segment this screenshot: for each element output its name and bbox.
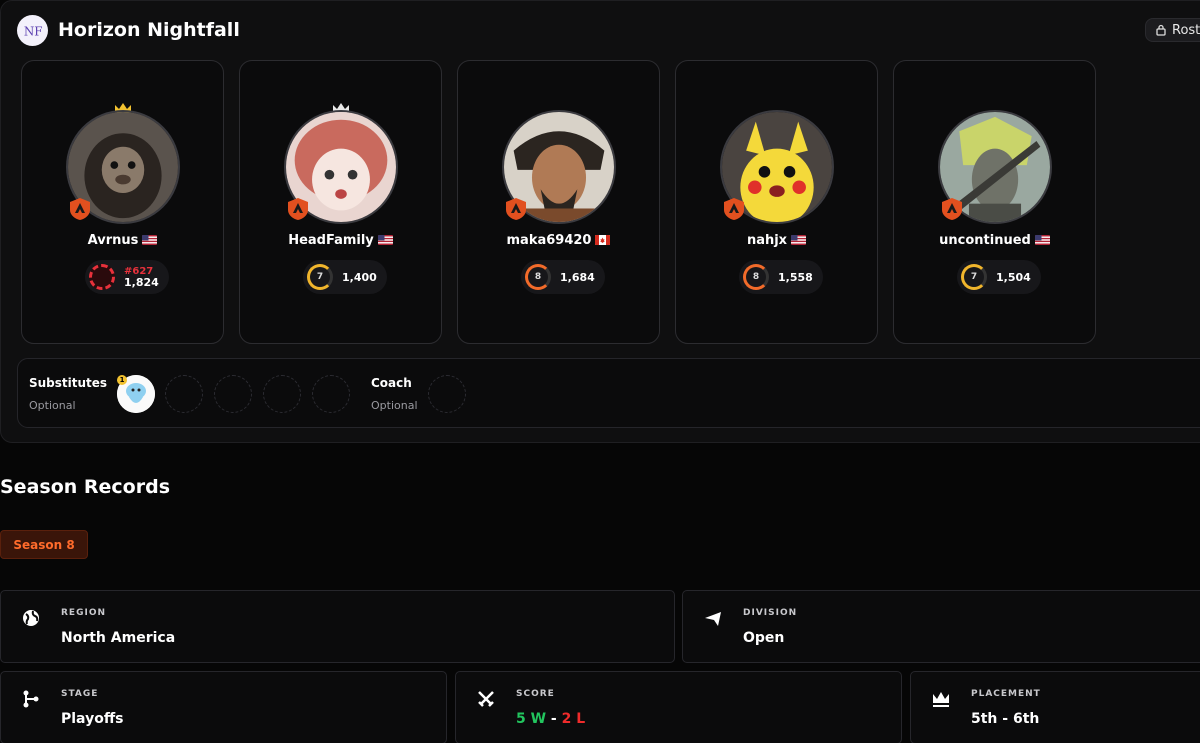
substitute-slot-empty[interactable] [312, 375, 350, 413]
rank-shield-icon [942, 198, 962, 220]
player-card[interactable]: HeadFamily 7 1,400 [239, 60, 442, 344]
substitutes-title: Substitutes [29, 376, 108, 390]
score-label: SCORE [516, 689, 555, 699]
player-name: Avrnus [87, 233, 139, 248]
bracket-icon [23, 690, 39, 708]
player-rating: 7 1,400 [303, 260, 387, 294]
player-card[interactable]: nahjx 8 1,558 [675, 60, 878, 344]
score-losses: 2 L [561, 711, 586, 727]
division-icon [705, 612, 721, 626]
crown-icon [933, 692, 949, 707]
score-wins: 5 W [516, 711, 547, 727]
rank-shield-icon [724, 198, 744, 220]
roster-button-label: Rost [1172, 22, 1200, 38]
score-separator: - [546, 711, 562, 727]
substitutes-optional: Optional [29, 399, 76, 412]
division-value: Open [743, 630, 785, 646]
us-flag-icon [791, 234, 807, 245]
coach-optional: Optional [371, 399, 418, 412]
region-label: REGION [61, 608, 106, 618]
team-logo: NF [17, 15, 48, 46]
team-panel: NF Horizon Nightfall Rost Avrnus #627 1,8… [0, 0, 1200, 443]
player-rating: 7 1,504 [957, 260, 1041, 294]
ca-flag-icon [595, 234, 611, 245]
substitute-slot-empty[interactable] [165, 375, 203, 413]
substitute-badge: 1 [117, 375, 127, 385]
team-name: Horizon Nightfall [58, 19, 240, 41]
rank-shield-icon [506, 198, 526, 220]
player-rating: 8 1,684 [521, 260, 605, 294]
score-card: SCORE 5 W - 2 L [455, 671, 902, 743]
stage-label: STAGE [61, 689, 99, 699]
rank-ring-icon: 8 [743, 264, 769, 290]
stage-card: STAGE Playoffs [0, 671, 447, 743]
rating-value: 1,400 [342, 270, 377, 284]
rating-value: 1,824 [124, 276, 159, 289]
player-name: maka69420 [506, 233, 592, 248]
rank-shield-icon [70, 198, 90, 220]
player-name: nahjx [746, 233, 788, 248]
division-card: DIVISION Open [682, 590, 1200, 663]
region-card: REGION North America [0, 590, 675, 663]
svg-text:NF: NF [23, 24, 42, 38]
season-records-title: Season Records [0, 476, 171, 498]
player-card[interactable]: maka69420 8 1,684 [457, 60, 660, 344]
crossed-swords-icon [478, 691, 494, 707]
player-rating: 8 1,558 [739, 260, 823, 294]
division-label: DIVISION [743, 608, 798, 618]
us-flag-icon [142, 234, 158, 245]
substitute-slot-empty[interactable] [214, 375, 252, 413]
player-card[interactable]: uncontinued 7 1,504 [893, 60, 1096, 344]
score-value: 5 W - 2 L [516, 711, 585, 727]
player-card[interactable]: Avrnus #627 1,824 [21, 60, 224, 344]
player-name: HeadFamily [288, 233, 374, 248]
us-flag-icon [377, 234, 393, 245]
rank-shield-icon [288, 198, 308, 220]
rank-ring-icon: 7 [307, 264, 333, 290]
season-tab[interactable]: Season 8 [0, 530, 88, 559]
placement-label: PLACEMENT [971, 689, 1041, 699]
coach-slot-empty[interactable] [428, 375, 466, 413]
rating-value: 1,684 [560, 270, 595, 284]
rating-value: 1,558 [778, 270, 813, 284]
region-value: North America [61, 630, 176, 646]
substitutes-panel: Substitutes Optional 1 Coach Optional [17, 358, 1200, 428]
globe-icon [23, 610, 39, 626]
player-name: uncontinued [939, 233, 1031, 248]
player-rating: #627 1,824 [85, 260, 169, 294]
rank-ring-icon [89, 264, 115, 290]
us-flag-icon [1034, 234, 1050, 245]
rank-ring-icon: 7 [961, 264, 987, 290]
rating-value: 1,504 [996, 270, 1031, 284]
lock-icon [1156, 24, 1166, 36]
stage-value: Playoffs [61, 711, 124, 727]
substitute-slot-empty[interactable] [263, 375, 301, 413]
rank-ring-icon: 8 [525, 264, 551, 290]
placement-value: 5th - 6th [971, 711, 1040, 727]
placement-card: PLACEMENT 5th - 6th [910, 671, 1200, 743]
roster-button[interactable]: Rost [1145, 18, 1200, 42]
coach-title: Coach [371, 376, 412, 390]
